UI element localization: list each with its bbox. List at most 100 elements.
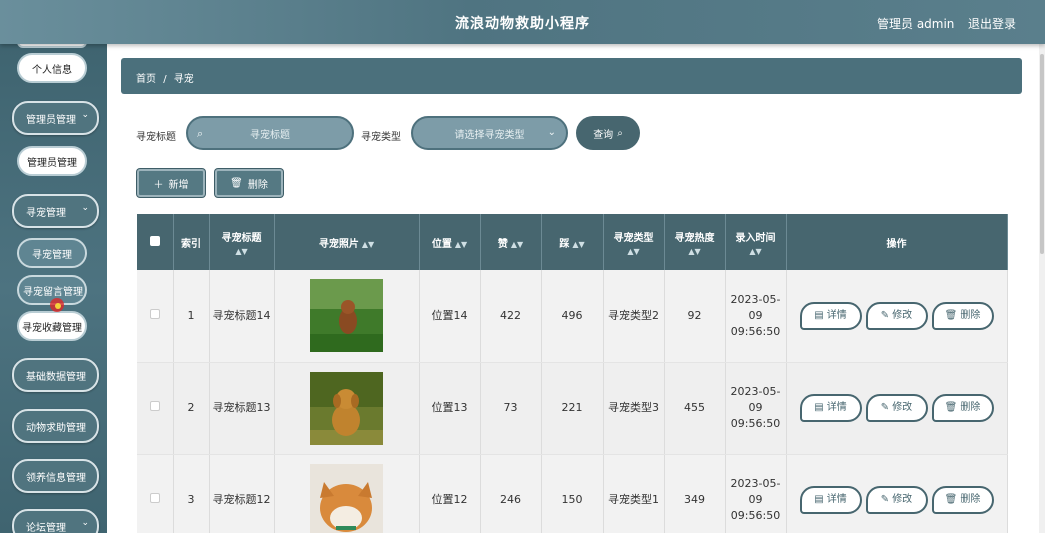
- sidebar-menu-label: 论坛管理: [26, 522, 66, 533]
- sidebar-item-pet-search-manage[interactable]: 寻宠管理: [17, 238, 87, 268]
- batch-delete-button[interactable]: 🗑 删除: [215, 169, 283, 197]
- edit-button-label: 修改: [892, 309, 913, 321]
- query-button-label: 查询: [593, 129, 614, 141]
- sort-icon[interactable]: ▲▼: [511, 240, 523, 249]
- sidebar-menu-pet-search[interactable]: 寻宠管理 ⌄: [12, 194, 99, 228]
- sort-icon[interactable]: ▲▼: [665, 247, 725, 256]
- sidebar-item-admin-manage[interactable]: 管理员管理: [17, 146, 87, 176]
- page-scrollbar[interactable]: [1039, 44, 1045, 533]
- detail-button[interactable]: ▤ 详情: [799, 486, 862, 514]
- edit-button[interactable]: ✎ 修改: [865, 486, 928, 514]
- pencil-icon: ✎: [880, 494, 890, 505]
- document-icon: ▤: [814, 494, 824, 505]
- sidebar-menu-basic-data[interactable]: 基础数据管理: [12, 358, 99, 392]
- pet-photo-brown-dog[interactable]: [310, 279, 383, 353]
- plus-icon: ＋: [153, 179, 164, 191]
- main-content: 首页 / 寻宠 寻宠标题 ⌕ 寻宠标题 寻宠类型 请选择寻宠类型 ⌄ 查询 ⌕ …: [107, 44, 1045, 533]
- search-icon: ⌕: [617, 127, 623, 139]
- column-header-type[interactable]: 寻宠类型 ▲▼: [603, 214, 665, 270]
- logout-link[interactable]: 退出登录: [968, 15, 1016, 32]
- row-checkbox[interactable]: [149, 308, 160, 319]
- row-select-cell[interactable]: [137, 362, 174, 455]
- sort-icon[interactable]: ▲▼: [726, 247, 786, 256]
- detail-button-label: 详情: [826, 494, 847, 505]
- query-button[interactable]: 查询 ⌕: [576, 116, 640, 150]
- cell-index: 3: [173, 454, 210, 533]
- scrollbar-thumb[interactable]: [1040, 54, 1044, 254]
- select-all-checkbox[interactable]: [149, 235, 160, 246]
- cell-type: 寻宠类型2: [603, 270, 665, 363]
- sort-icon[interactable]: ▲▼: [455, 240, 467, 249]
- sidebar-menu-label: 寻宠管理: [26, 207, 66, 219]
- table-row: 2 寻宠标题13 位置13 73 221 寻宠类型3 455 2023-05-0…: [137, 362, 1008, 455]
- breadcrumb-current: 寻宠: [173, 74, 194, 85]
- sort-icon[interactable]: ▲▼: [604, 247, 664, 256]
- column-header-likes[interactable]: 赞 ▲▼: [480, 214, 542, 270]
- cell-index: 2: [173, 362, 210, 455]
- edit-button[interactable]: ✎ 修改: [865, 301, 928, 330]
- column-header-label: 踩: [559, 238, 570, 250]
- select-all-cell[interactable]: [137, 214, 174, 270]
- cell-heat: 92: [664, 270, 726, 363]
- row-select-cell[interactable]: [137, 454, 174, 533]
- cell-time: 2023-05-09 09:56:50: [725, 270, 787, 363]
- cell-likes: 422: [480, 270, 542, 363]
- pet-search-table: 索引 寻宠标题 ▲▼ 寻宠照片 ▲▼ 位置 ▲▼ 赞 ▲▼ 踩 ▲▼ 寻宠类型 ▲▼ 寻宠热…: [137, 214, 1008, 533]
- add-button[interactable]: ＋ 新增: [137, 169, 205, 197]
- cell-heat: 349: [664, 454, 726, 533]
- sort-icon[interactable]: ▲▼: [210, 247, 274, 256]
- trash-icon: 🗑: [944, 309, 958, 321]
- column-header-title[interactable]: 寻宠标题 ▲▼: [209, 214, 275, 270]
- cell-heat: 455: [664, 362, 726, 455]
- edit-button[interactable]: ✎ 修改: [865, 394, 928, 422]
- column-header-heat[interactable]: 寻宠热度 ▲▼: [664, 214, 726, 270]
- cell-dislikes: 221: [541, 362, 604, 455]
- delete-button[interactable]: 🗑 删除: [931, 301, 994, 330]
- cell-index: 1: [173, 270, 210, 363]
- detail-button[interactable]: ▤ 详情: [799, 394, 862, 422]
- detail-button[interactable]: ▤ 详情: [799, 301, 862, 330]
- pet-photo-shiba-dog[interactable]: [310, 463, 383, 533]
- delete-button[interactable]: 🗑 删除: [931, 486, 994, 514]
- row-checkbox[interactable]: [149, 493, 160, 503]
- sidebar-item-pet-favorite-manage[interactable]: 寻宠收藏管理: [17, 311, 87, 341]
- cell-type: 寻宠类型1: [603, 454, 665, 533]
- column-header-photo[interactable]: 寻宠照片 ▲▼: [274, 214, 420, 270]
- sidebar-menu-animal-help[interactable]: 动物求助管理: [12, 409, 99, 443]
- sidebar-menu-adoption[interactable]: 领养信息管理: [12, 459, 99, 493]
- cell-time: 2023-05-09 09:56:50: [725, 454, 787, 533]
- delete-button-label: 删除: [960, 309, 981, 321]
- sidebar-item-top-partial[interactable]: [17, 44, 87, 48]
- sidebar-item-profile[interactable]: 个人信息: [17, 53, 87, 83]
- cell-title: 寻宠标题12: [209, 454, 275, 533]
- column-header-location[interactable]: 位置 ▲▼: [419, 214, 481, 270]
- sidebar-menu-admin[interactable]: 管理员管理 ⌄: [12, 101, 99, 135]
- column-header-time[interactable]: 录入时间 ▲▼: [725, 214, 787, 270]
- chevron-down-icon: ⌄: [81, 203, 89, 213]
- sort-icon[interactable]: ▲▼: [572, 240, 584, 249]
- search-title-input[interactable]: ⌕ 寻宠标题: [186, 116, 354, 150]
- cell-time: 2023-05-09 09:56:50: [725, 362, 787, 455]
- delete-button[interactable]: 🗑 删除: [931, 394, 994, 422]
- sidebar: 个人信息 管理员管理 ⌄ 管理员管理 寻宠管理 ⌄ 寻宠管理 寻宠留言管理 寻宠…: [0, 44, 107, 533]
- table-row: 3 寻宠标题12 位置12 246 150 寻宠类型1 349 2023-05-…: [137, 454, 1008, 533]
- sidebar-menu-forum[interactable]: 论坛管理 ⌄: [12, 509, 99, 533]
- row-checkbox[interactable]: [149, 401, 160, 411]
- cell-actions: ▤ 详情 ✎ 修改 🗑 删除: [786, 454, 1008, 533]
- delete-button-label: 删除: [960, 402, 981, 413]
- breadcrumb-home[interactable]: 首页: [136, 74, 156, 85]
- cell-photo: [274, 454, 420, 533]
- detail-button-label: 详情: [826, 402, 847, 413]
- trash-icon: 🗑: [944, 494, 958, 505]
- row-select-cell[interactable]: [137, 270, 174, 363]
- column-header-dislikes[interactable]: 踩 ▲▼: [541, 214, 604, 270]
- pet-photo-golden-dog[interactable]: [310, 371, 383, 445]
- column-header-label: 寻宠类型: [613, 232, 654, 244]
- pencil-icon: ✎: [880, 402, 890, 413]
- cell-actions: ▤ 详情 ✎ 修改 🗑 删除: [786, 362, 1008, 455]
- current-user: 管理员 admin: [877, 17, 955, 31]
- search-type-select[interactable]: 请选择寻宠类型 ⌄: [411, 116, 568, 150]
- table-row: 1 寻宠标题14 位置14 422 496 寻宠类型2 92 2023-05-0…: [137, 270, 1008, 363]
- column-header-label: 寻宠热度: [674, 232, 715, 244]
- sort-icon[interactable]: ▲▼: [362, 240, 374, 249]
